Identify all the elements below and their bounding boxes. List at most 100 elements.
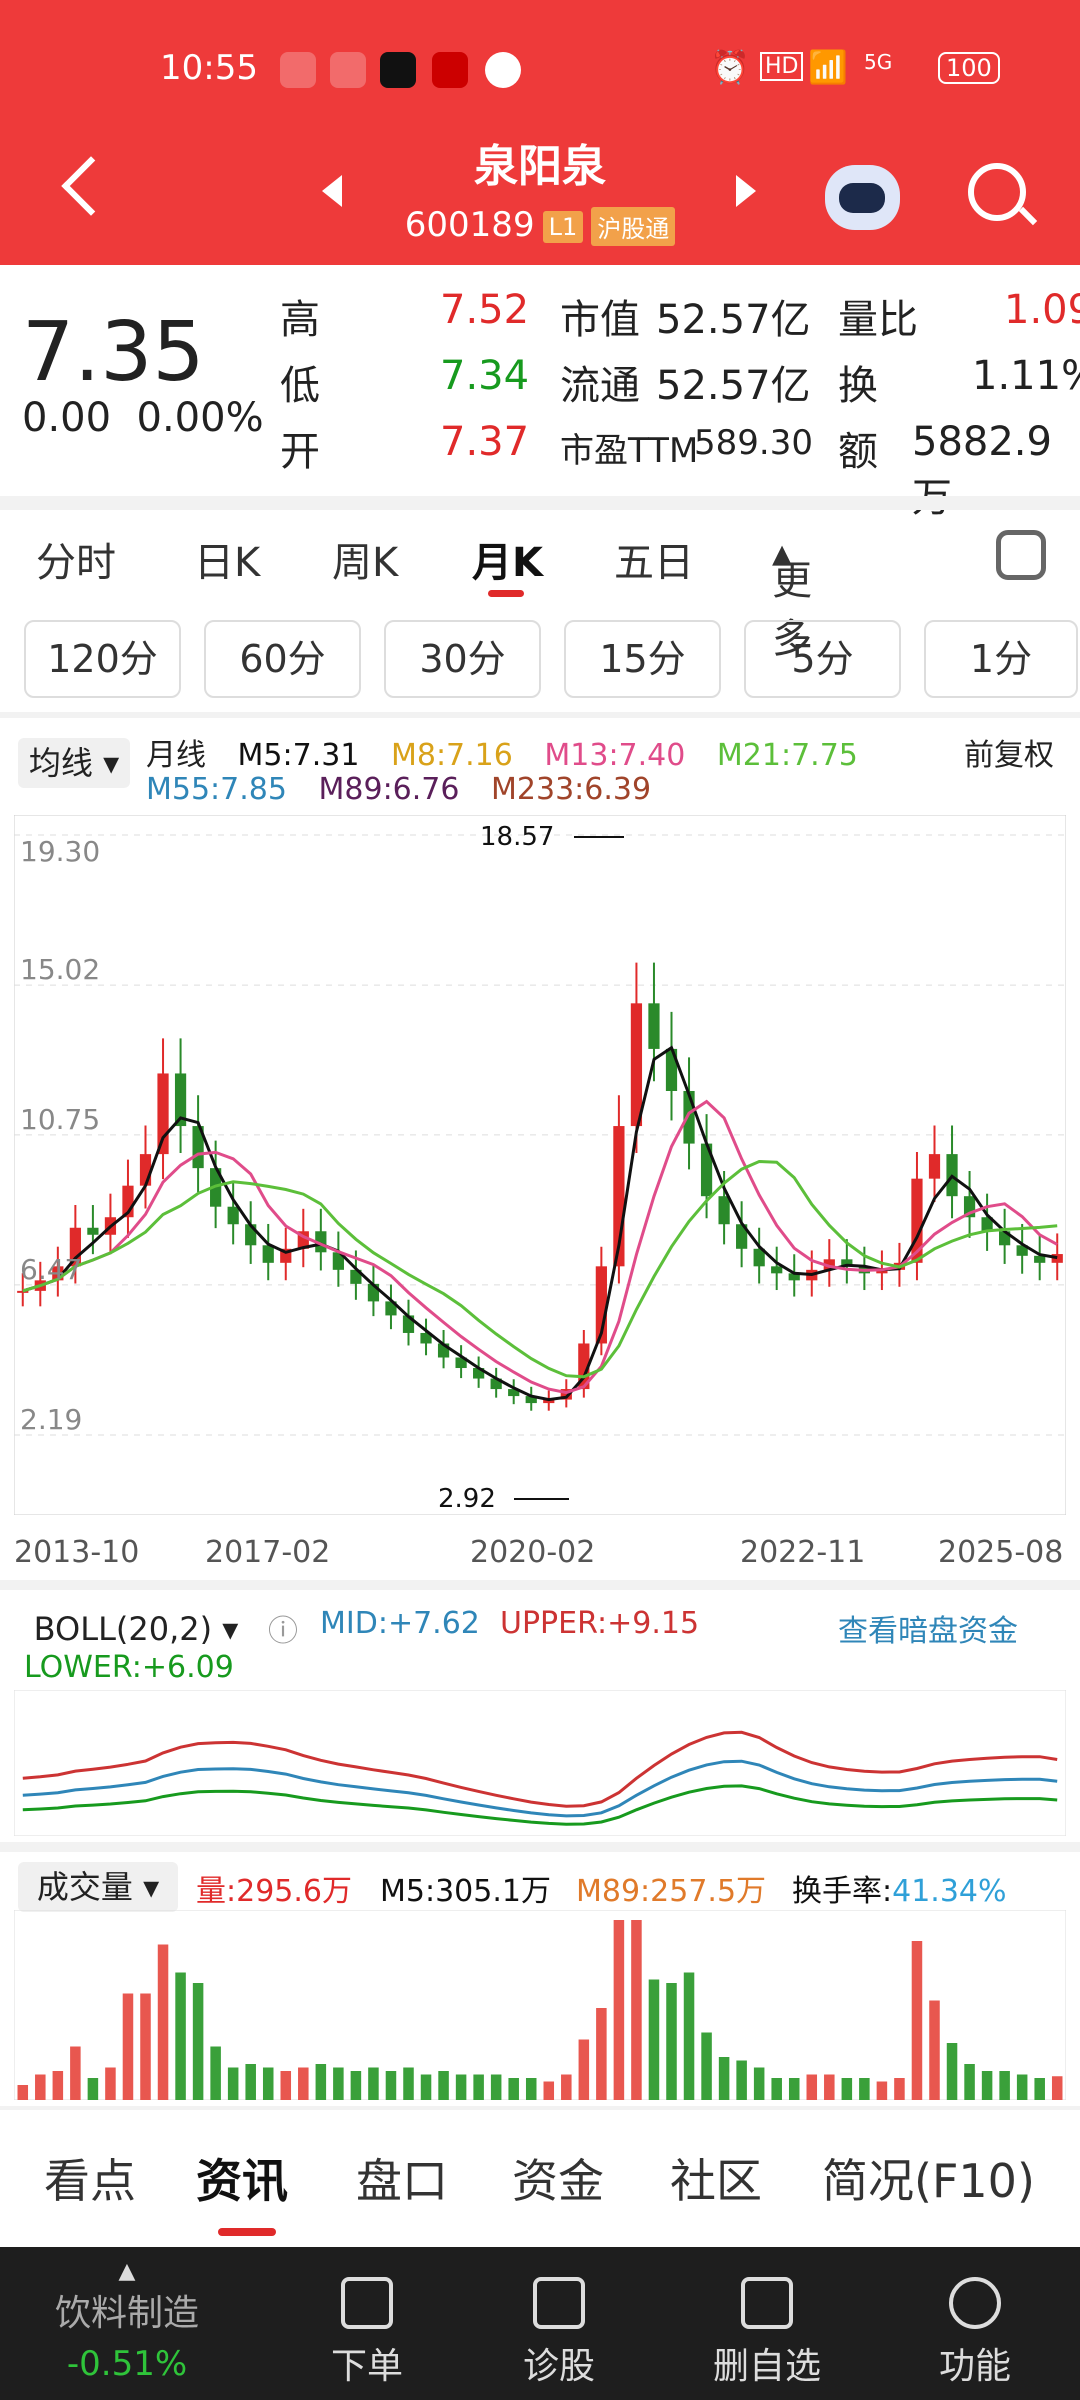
- volume-bar: [122, 1993, 134, 2100]
- volratio-value: 1.09: [1004, 287, 1080, 333]
- volume-bar: [298, 2067, 309, 2100]
- tab-more[interactable]: 更多 ▴: [772, 530, 812, 662]
- tab-weekly-k[interactable]: 周K: [332, 530, 398, 588]
- alarm-icon: ⏰: [710, 48, 750, 86]
- kline-chart[interactable]: 19.30 15.02 10.75 6.47 2.19 18.57 2.92: [14, 815, 1066, 1515]
- low-label: 低: [280, 363, 320, 409]
- tab-highlights[interactable]: 看点: [44, 2145, 136, 2211]
- volume-bar: [1016, 2074, 1028, 2100]
- remove-icon: [741, 2277, 793, 2329]
- stock-name: 泉阳泉: [474, 141, 606, 192]
- volume-bar: [52, 2071, 64, 2100]
- volume-bar: [648, 1979, 660, 2100]
- volume-bar: [280, 2071, 292, 2100]
- scroll-left-icon[interactable]: [554, 1445, 606, 1497]
- fullscreen-icon[interactable]: [912, 1445, 964, 1497]
- network-label: 5G: [864, 50, 893, 74]
- volume-bar: [946, 2043, 958, 2100]
- x-tick-label: 2017-02: [205, 1535, 331, 1570]
- tab-five-day[interactable]: 五日: [614, 530, 694, 588]
- status-time: 10:55: [160, 48, 258, 88]
- pe-label: 市盈TTM: [560, 431, 699, 471]
- ma89-label: M89:6.76: [318, 772, 460, 807]
- ma-legend-row2: M55:7.85 M89:6.76 M233:6.39: [146, 772, 673, 807]
- turnover-label: 换: [838, 363, 878, 409]
- volume-bar: [736, 2060, 747, 2100]
- remove-watchlist-button[interactable]: 删自选: [702, 2277, 832, 2389]
- high-mark: 18.57: [480, 822, 554, 852]
- next-stock-icon[interactable]: [736, 175, 756, 207]
- sector-button[interactable]: ▲ 饮料制造 -0.51%: [52, 2259, 202, 2384]
- interval-15[interactable]: 15分: [564, 620, 721, 698]
- period-label: 月线: [146, 738, 206, 773]
- settings-icon[interactable]: [996, 530, 1046, 580]
- interval-5[interactable]: 5分: [744, 620, 901, 698]
- volume-bar: [753, 2067, 765, 2100]
- order-button[interactable]: 下单: [312, 2277, 422, 2389]
- interval-120[interactable]: 120分: [24, 620, 181, 698]
- search-icon[interactable]: [968, 163, 1026, 221]
- candle: [227, 1206, 239, 1225]
- diagnose-button[interactable]: 诊股: [504, 2277, 614, 2389]
- avatar-icon: [485, 52, 521, 88]
- tab-monthly-k[interactable]: 月K: [472, 530, 543, 588]
- info-tabs: 看点 资讯 盘口 资金 社区 简况(F10): [0, 2110, 1080, 2240]
- chart-frame: [14, 815, 1066, 1515]
- robot-assistant-icon[interactable]: [825, 165, 900, 230]
- volume-bar: [157, 1944, 169, 2100]
- minus-icon[interactable]: [376, 1445, 428, 1497]
- app-icon: [380, 52, 416, 88]
- volume-bar: [105, 2067, 116, 2100]
- divider: [0, 496, 1080, 510]
- volume-bar: [87, 2078, 99, 2100]
- zoom-in-icon[interactable]: [208, 1445, 260, 1497]
- boll-selector[interactable]: BOLL(20,2) ▾: [18, 1604, 254, 1654]
- ma13-label: M13:7.40: [544, 738, 686, 773]
- open-value: 7.37: [440, 419, 530, 465]
- active-tab-indicator: [488, 590, 524, 597]
- interval-60[interactable]: 60分: [204, 620, 361, 698]
- help-icon[interactable]: ⓘ: [268, 1606, 298, 1650]
- tab-funds[interactable]: 资金: [512, 2145, 604, 2211]
- dark-pool-link[interactable]: 查看暗盘资金: [838, 1606, 1018, 1650]
- tab-intraday[interactable]: 分时: [36, 530, 116, 588]
- volume-bar: [824, 2074, 835, 2100]
- ma13-line: [22, 1099, 1058, 1395]
- volume-bar: [192, 1983, 204, 2100]
- volume-value: 量:295.6万: [196, 1874, 352, 1909]
- ma-selector[interactable]: 均线 ▾: [18, 738, 130, 788]
- mktcap-label: 市值: [560, 297, 640, 343]
- scroll-right-icon[interactable]: [736, 1445, 788, 1497]
- volume-bar: [859, 2078, 870, 2100]
- function-button[interactable]: 功能: [920, 2277, 1030, 2389]
- interval-30[interactable]: 30分: [384, 620, 541, 698]
- tab-orderbook[interactable]: 盘口: [356, 2145, 448, 2211]
- volume-bar: [911, 1941, 923, 2100]
- y-tick-label: 6.47: [20, 1253, 82, 1286]
- tab-daily-k[interactable]: 日K: [194, 530, 260, 588]
- volume-bar: [631, 1920, 642, 2100]
- tab-news[interactable]: 资讯: [196, 2145, 288, 2211]
- tab-community[interactable]: 社区: [670, 2145, 762, 2211]
- zoom-out-icon[interactable]: [22, 1445, 74, 1497]
- volume-bar: [806, 2074, 818, 2100]
- candle: [928, 1154, 941, 1179]
- volume-bar: [350, 2071, 362, 2100]
- tab-f10[interactable]: 简况(F10): [822, 2145, 1035, 2211]
- volume-bar: [438, 2071, 449, 2100]
- volume-bar: [70, 2046, 81, 2100]
- candle: [139, 1154, 152, 1186]
- y-tick-label: 19.30: [20, 835, 100, 868]
- volume-bar: [227, 2067, 239, 2100]
- volume-bar: [666, 1983, 677, 2100]
- candle: [87, 1227, 99, 1235]
- ma-legend-row1: 月线 M5:7.31 M8:7.16 M13:7.40 M21:7.75: [146, 730, 880, 774]
- volume-bar: [35, 2074, 46, 2100]
- boll-mid: MID:+7.62: [320, 1606, 480, 1641]
- adjust-mode[interactable]: 前复权: [964, 730, 1054, 774]
- app-icon: [432, 52, 468, 88]
- volume-selector[interactable]: 成交量 ▾: [18, 1862, 178, 1912]
- candle: [1034, 1255, 1046, 1263]
- interval-1[interactable]: 1分: [924, 620, 1078, 698]
- volume-bar: [420, 2074, 432, 2100]
